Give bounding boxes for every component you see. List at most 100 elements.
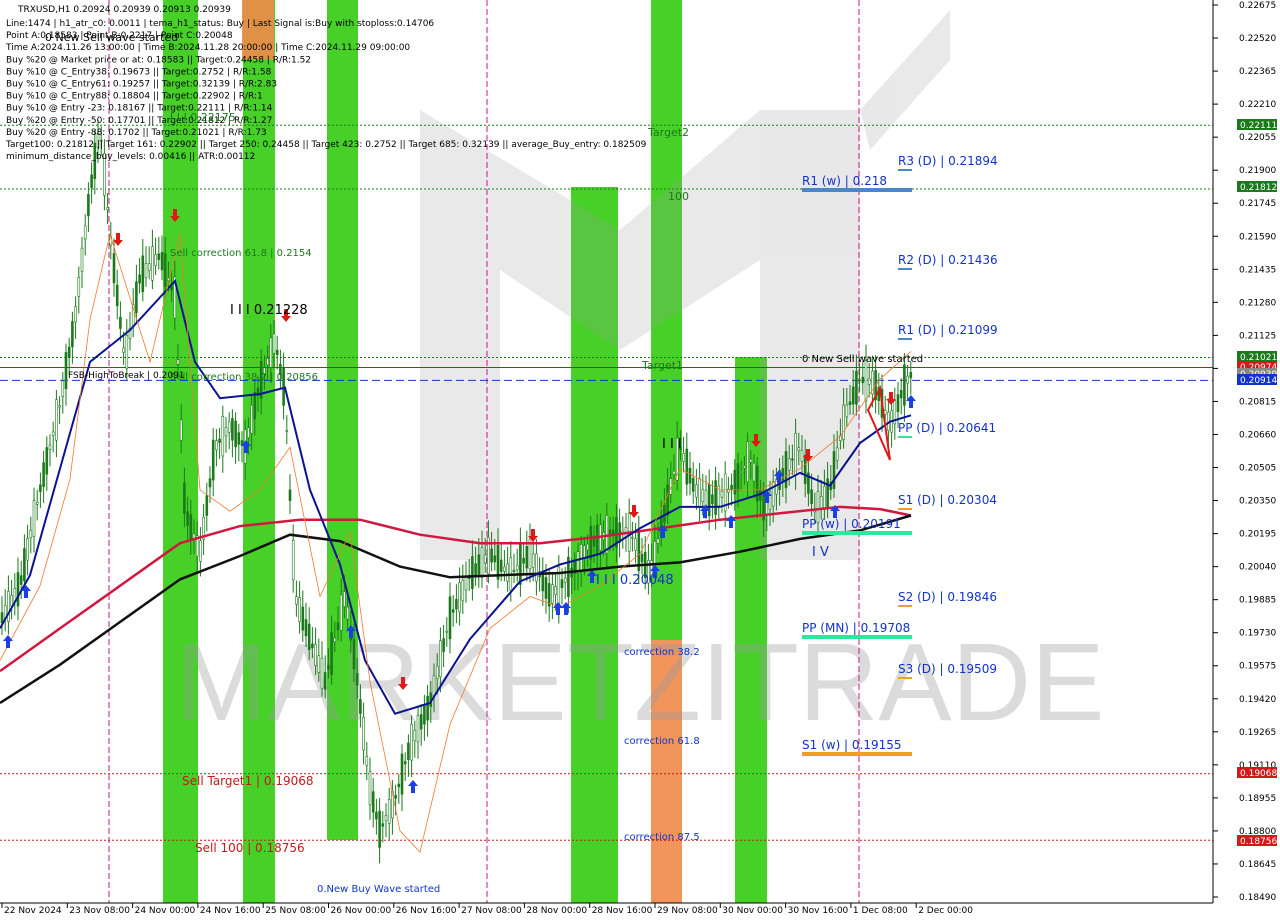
target2-label: Target2 <box>647 126 689 139</box>
candle-body <box>67 346 71 358</box>
candle-body <box>464 577 468 591</box>
pivot-label: R2 (D) | 0.21436 <box>898 253 998 267</box>
time-tick-label: 23 Nov 08:00 <box>69 906 130 916</box>
candle-body <box>743 465 746 469</box>
trading-chart[interactable]: MARKETZITRADE TRXUSD,H1 0.20924 0.20939 … <box>0 0 1280 920</box>
price-tick-label: 0.20660 <box>1239 430 1276 440</box>
time-tick-label: 28 Nov 00:00 <box>526 906 587 916</box>
time-tick-label: 29 Nov 08:00 <box>657 906 718 916</box>
time-tick-label: 26 Nov 16:00 <box>396 906 457 916</box>
level-22175-label: I I I 0.22175 <box>170 111 236 124</box>
candle-body <box>106 207 109 210</box>
candle-body <box>739 470 743 474</box>
candle-body <box>285 430 289 432</box>
candle-body <box>746 441 749 483</box>
candle-body <box>506 563 509 582</box>
candle-body <box>77 277 81 297</box>
pivot-label: PP (MN) | 0.19708 <box>802 621 910 635</box>
price-tick-label: 0.18645 <box>1239 860 1276 870</box>
candle-body <box>842 404 845 440</box>
candle-body <box>695 484 698 498</box>
candle-body <box>423 705 426 725</box>
candle-body <box>711 494 714 505</box>
candle-body <box>381 823 385 827</box>
candle-body <box>16 572 20 607</box>
candle-body <box>515 564 519 571</box>
candle-body <box>176 359 180 365</box>
candle-body <box>29 529 33 539</box>
candle-body <box>903 364 906 406</box>
candle-body <box>848 401 852 406</box>
candle-body <box>458 582 461 613</box>
candle-body <box>855 370 858 405</box>
correction-87-label: correction 87.5 <box>624 832 700 843</box>
price-tick-label: 0.21590 <box>1239 232 1276 242</box>
time-tick-label: 30 Nov 16:00 <box>788 906 849 916</box>
candle-body <box>752 462 756 482</box>
pivot-label: S2 (D) | 0.19846 <box>898 590 997 604</box>
candle-body <box>317 655 321 673</box>
candle-body <box>691 477 695 492</box>
candle-body <box>352 638 356 670</box>
price-tick-label: 0.22520 <box>1239 34 1276 44</box>
sell-correction-38-label: Sell correction 38.2 | 0.20856 <box>170 372 318 383</box>
candle-body <box>74 306 77 323</box>
candle-body <box>787 458 791 471</box>
candle-body <box>826 478 829 509</box>
correction-38-label: correction 38.2 <box>624 647 700 658</box>
candle-body <box>208 478 212 488</box>
pivot-label: S3 (D) | 0.19509 <box>898 662 997 676</box>
candle-body <box>407 742 410 761</box>
pivot-label: S1 (D) | 0.20304 <box>898 493 997 507</box>
candle-body <box>707 483 711 517</box>
candle-body <box>400 753 404 795</box>
candle-body <box>144 262 148 278</box>
candle-body <box>688 467 692 484</box>
candle-body <box>554 586 557 595</box>
candle-body <box>490 548 493 563</box>
time-tick-label: 26 Nov 00:00 <box>331 906 392 916</box>
price-tick-label: 0.19575 <box>1239 662 1276 672</box>
candle-body <box>531 553 535 568</box>
time-tick-label: 24 Nov 16:00 <box>200 906 261 916</box>
price-badge-label: 0.18756 <box>1240 837 1277 847</box>
candle-body <box>461 579 465 602</box>
correction-61-label: correction 61.8 <box>624 736 700 747</box>
candle-body <box>51 431 55 436</box>
price-tick-label: 0.20040 <box>1239 563 1276 573</box>
candle-body <box>522 557 525 564</box>
candle-body <box>618 522 621 543</box>
candle-body <box>698 478 701 509</box>
candle-body <box>387 799 391 824</box>
candle-body <box>832 451 836 489</box>
pivot-label: R1 (D) | 0.21099 <box>898 323 998 337</box>
candle-body <box>26 538 29 561</box>
candle-body <box>525 546 529 569</box>
candle-body <box>791 458 794 461</box>
candle-body <box>375 811 378 820</box>
candle-body <box>823 486 826 510</box>
price-tick-label: 0.22055 <box>1239 133 1276 143</box>
candle-body <box>205 495 209 516</box>
candle-body <box>141 255 145 292</box>
candle-body <box>151 246 154 281</box>
price-tick-label: 0.19420 <box>1239 695 1276 705</box>
price-tick-label: 0.19730 <box>1239 629 1276 639</box>
candle-body <box>61 380 65 397</box>
candle-body <box>183 482 186 515</box>
candle-body <box>819 496 823 509</box>
price-badge-label: 0.19068 <box>1240 769 1277 779</box>
candle-body <box>135 281 138 314</box>
candle-body <box>186 511 189 526</box>
candle-body <box>365 756 369 766</box>
candle-body <box>861 376 865 383</box>
candle-body <box>48 444 52 450</box>
candle-body <box>307 623 311 650</box>
sell-wave-top-label: 0 New Sell wave started <box>45 31 178 44</box>
candle-body <box>445 630 449 633</box>
candle-body <box>720 490 724 498</box>
candle-body <box>58 405 61 408</box>
candle-body <box>112 253 116 284</box>
candle-body <box>275 349 279 356</box>
candle-body <box>800 450 804 462</box>
